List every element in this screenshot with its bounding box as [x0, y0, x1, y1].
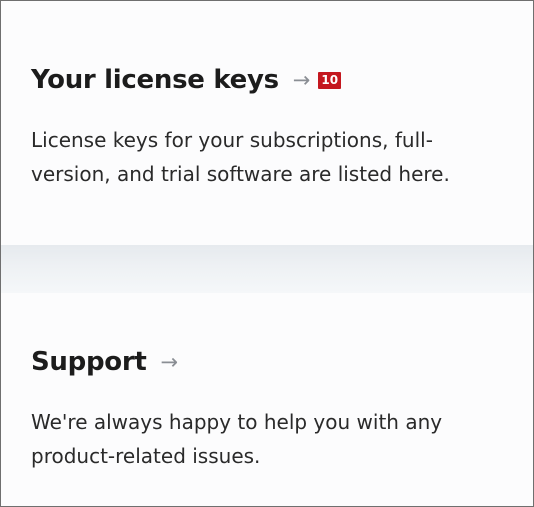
count-badge: 10	[318, 71, 342, 89]
license-keys-description: License keys for your subscriptions, ful…	[31, 128, 450, 186]
content-panel: Your license keys → 10 License keys for …	[0, 0, 534, 507]
section-divider	[1, 245, 533, 293]
arrow-right-icon[interactable]: →	[293, 63, 311, 97]
support-link[interactable]: Support →	[31, 345, 178, 379]
license-keys-card[interactable]: Your license keys → 10 License keys for …	[1, 1, 533, 245]
support-title[interactable]: Support	[31, 345, 147, 379]
license-keys-link[interactable]: Your license keys → 10	[31, 63, 342, 97]
license-keys-title[interactable]: Your license keys	[31, 63, 279, 97]
arrow-right-icon[interactable]: →	[160, 345, 178, 379]
support-card[interactable]: Support → We're always happy to help you…	[1, 293, 533, 506]
support-description: We're always happy to help you with any …	[31, 410, 443, 468]
